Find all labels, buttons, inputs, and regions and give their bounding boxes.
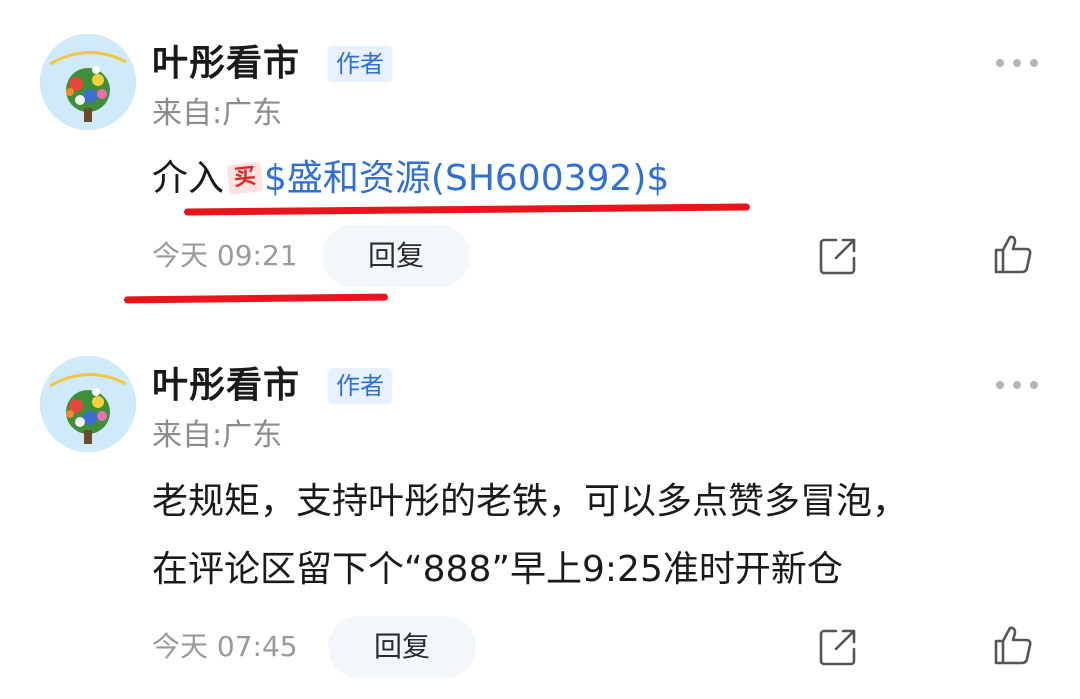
stock-link[interactable]: $盛和资源(SH600392)$ <box>264 158 669 199</box>
timestamp: 今天 07:45 <box>152 630 298 663</box>
location-label: 来自:广东 <box>152 96 283 131</box>
share-icon[interactable] <box>816 625 860 669</box>
avatar[interactable] <box>40 356 136 452</box>
more-icon[interactable] <box>996 57 1038 69</box>
buy-tag-icon: 买 <box>226 161 264 195</box>
author-badge: 作者 <box>328 368 392 404</box>
share-icon[interactable] <box>816 234 860 278</box>
location-label: 来自:广东 <box>152 418 283 453</box>
like-icon[interactable] <box>990 623 1034 667</box>
more-icon[interactable] <box>996 379 1038 391</box>
comment-text: 老规矩，支持叶彤的老铁，可以多点赞多冒泡， 在评论区留下个“888”早上9:25… <box>152 473 908 599</box>
comment-text-prefix: 介入 <box>152 158 225 199</box>
like-icon[interactable] <box>990 232 1034 276</box>
reply-button[interactable]: 回复 <box>328 616 476 678</box>
comment-text-line: 在评论区留下个“888”早上9:25准时开新仓 <box>152 549 843 590</box>
comment-text: 介入买 $盛和资源(SH600392)$ <box>152 150 669 208</box>
username[interactable]: 叶彤看市 <box>152 364 300 408</box>
annotation-underline <box>123 293 389 304</box>
reply-button[interactable]: 回复 <box>322 225 470 287</box>
avatar[interactable] <box>40 34 136 130</box>
author-badge: 作者 <box>328 46 392 82</box>
timestamp: 今天 09:21 <box>152 239 298 272</box>
username[interactable]: 叶彤看市 <box>152 42 300 86</box>
comment-text-line: 老规矩，支持叶彤的老铁，可以多点赞多冒泡， <box>152 481 909 522</box>
